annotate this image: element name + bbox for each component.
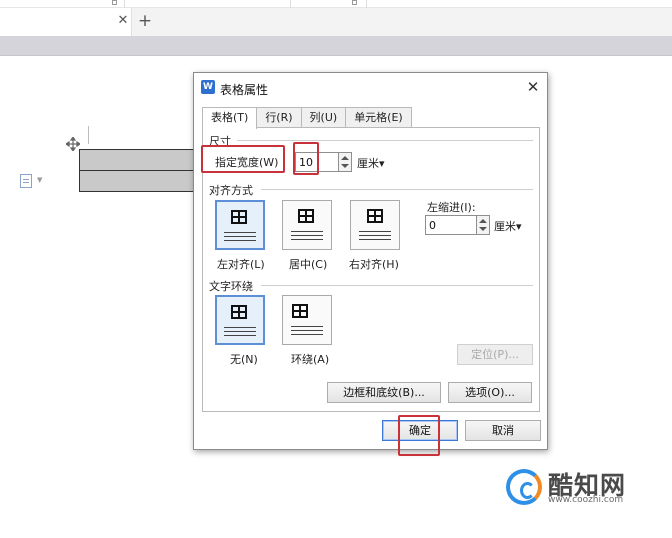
borders-shading-button[interactable]: 边框和底纹(B)... bbox=[327, 382, 441, 403]
size-group-label: 尺寸 bbox=[209, 135, 231, 148]
chevron-down-icon[interactable]: ▼ bbox=[37, 176, 42, 184]
text-lines-icon bbox=[224, 232, 256, 244]
wrap-around-label: 环绕(A) bbox=[291, 353, 330, 366]
tab-row[interactable]: 行(R) bbox=[256, 107, 302, 128]
group-divider bbox=[237, 140, 533, 141]
spin-down-icon[interactable] bbox=[479, 227, 487, 231]
document-tab[interactable]: ✕ bbox=[0, 8, 132, 36]
ok-button[interactable]: 确定 bbox=[382, 420, 458, 441]
align-right-option[interactable] bbox=[350, 200, 400, 250]
wps-app-icon: W bbox=[201, 80, 215, 94]
spin-down-icon[interactable] bbox=[341, 164, 349, 168]
wrap-around-option[interactable] bbox=[282, 295, 332, 345]
align-center-option[interactable] bbox=[282, 200, 332, 250]
divider bbox=[366, 0, 367, 8]
table-grid-icon bbox=[367, 209, 383, 223]
text-lines-icon bbox=[224, 327, 256, 339]
paragraph-layout-icon[interactable] bbox=[20, 174, 32, 188]
spin-up-icon[interactable] bbox=[341, 156, 349, 160]
left-indent-label: 左缩进(I): bbox=[427, 201, 476, 214]
table-cell[interactable] bbox=[79, 149, 197, 171]
table-move-handle-icon[interactable] bbox=[64, 135, 82, 153]
new-tab-icon[interactable]: + bbox=[136, 12, 154, 30]
coozhi-logo-icon bbox=[506, 469, 542, 505]
dialog-title-bar[interactable]: W 表格属性 ✕ bbox=[194, 73, 547, 103]
cancel-button[interactable]: 取消 bbox=[465, 420, 541, 441]
align-right-label: 右对齐(H) bbox=[349, 258, 399, 271]
wrap-none-option[interactable] bbox=[215, 295, 265, 345]
width-input[interactable] bbox=[295, 152, 339, 172]
align-center-label: 居中(C) bbox=[289, 258, 328, 271]
text-lines-icon bbox=[291, 231, 323, 243]
close-icon[interactable]: ✕ bbox=[524, 78, 542, 96]
close-tab-icon[interactable]: ✕ bbox=[116, 14, 130, 28]
ruler-marker-icon bbox=[112, 0, 117, 5]
table-grid-icon bbox=[292, 304, 308, 318]
dialog-tabs: 表格(T) 行(R) 列(U) 单元格(E) bbox=[202, 107, 412, 129]
text-lines-icon bbox=[291, 326, 323, 338]
document-table[interactable] bbox=[79, 149, 197, 192]
group-divider bbox=[261, 285, 533, 286]
tab-column[interactable]: 列(U) bbox=[300, 107, 347, 128]
alignment-group-label: 对齐方式 bbox=[209, 184, 253, 197]
table-cell[interactable] bbox=[79, 170, 197, 192]
spin-up-icon[interactable] bbox=[479, 219, 487, 223]
watermark-url: www.coozhi.com bbox=[548, 495, 624, 505]
table-grid-icon bbox=[231, 210, 247, 224]
tab-cell[interactable]: 单元格(E) bbox=[345, 107, 412, 128]
width-spinner[interactable] bbox=[339, 152, 352, 172]
specify-width-checkbox[interactable]: 指定宽度(W) bbox=[215, 154, 278, 170]
text-wrap-group-label: 文字环绕 bbox=[209, 280, 253, 293]
indent-unit-dropdown[interactable]: 厘米▾ bbox=[494, 218, 522, 234]
watermark-logo: 酷知网 www.coozhi.com bbox=[506, 466, 656, 516]
dialog-title: 表格属性 bbox=[220, 83, 269, 97]
left-indent-input[interactable] bbox=[425, 215, 477, 235]
align-left-option[interactable] bbox=[215, 200, 265, 250]
table-properties-dialog: W 表格属性 ✕ 表格(T) 行(R) 列(U) 单元格(E) 尺寸 指定宽度(… bbox=[193, 72, 548, 450]
table-grid-icon bbox=[231, 305, 247, 319]
group-divider bbox=[261, 189, 533, 190]
ruler-marker-icon bbox=[352, 0, 357, 5]
text-lines-icon bbox=[359, 231, 391, 243]
document-tab-bar: ✕ + bbox=[0, 8, 672, 36]
width-unit-dropdown[interactable]: 厘米▾ bbox=[357, 155, 385, 171]
divider bbox=[124, 0, 125, 8]
left-indent-spinner[interactable] bbox=[477, 215, 490, 235]
table-grid-icon bbox=[298, 209, 314, 223]
top-strip bbox=[0, 0, 672, 8]
position-button[interactable]: 定位(P)... bbox=[457, 344, 533, 365]
options-button[interactable]: 选项(O)... bbox=[448, 382, 532, 403]
wrap-none-label: 无(N) bbox=[230, 353, 258, 366]
toolbar-band bbox=[0, 36, 672, 56]
table-tab-panel: 尺寸 指定宽度(W) 厘米▾ 对齐方式 左对齐(L) 居中(C) 右对齐(H) … bbox=[202, 127, 540, 412]
align-left-label: 左对齐(L) bbox=[217, 258, 265, 271]
text-cursor bbox=[88, 126, 89, 144]
divider bbox=[290, 0, 291, 8]
tab-table[interactable]: 表格(T) bbox=[202, 107, 258, 129]
